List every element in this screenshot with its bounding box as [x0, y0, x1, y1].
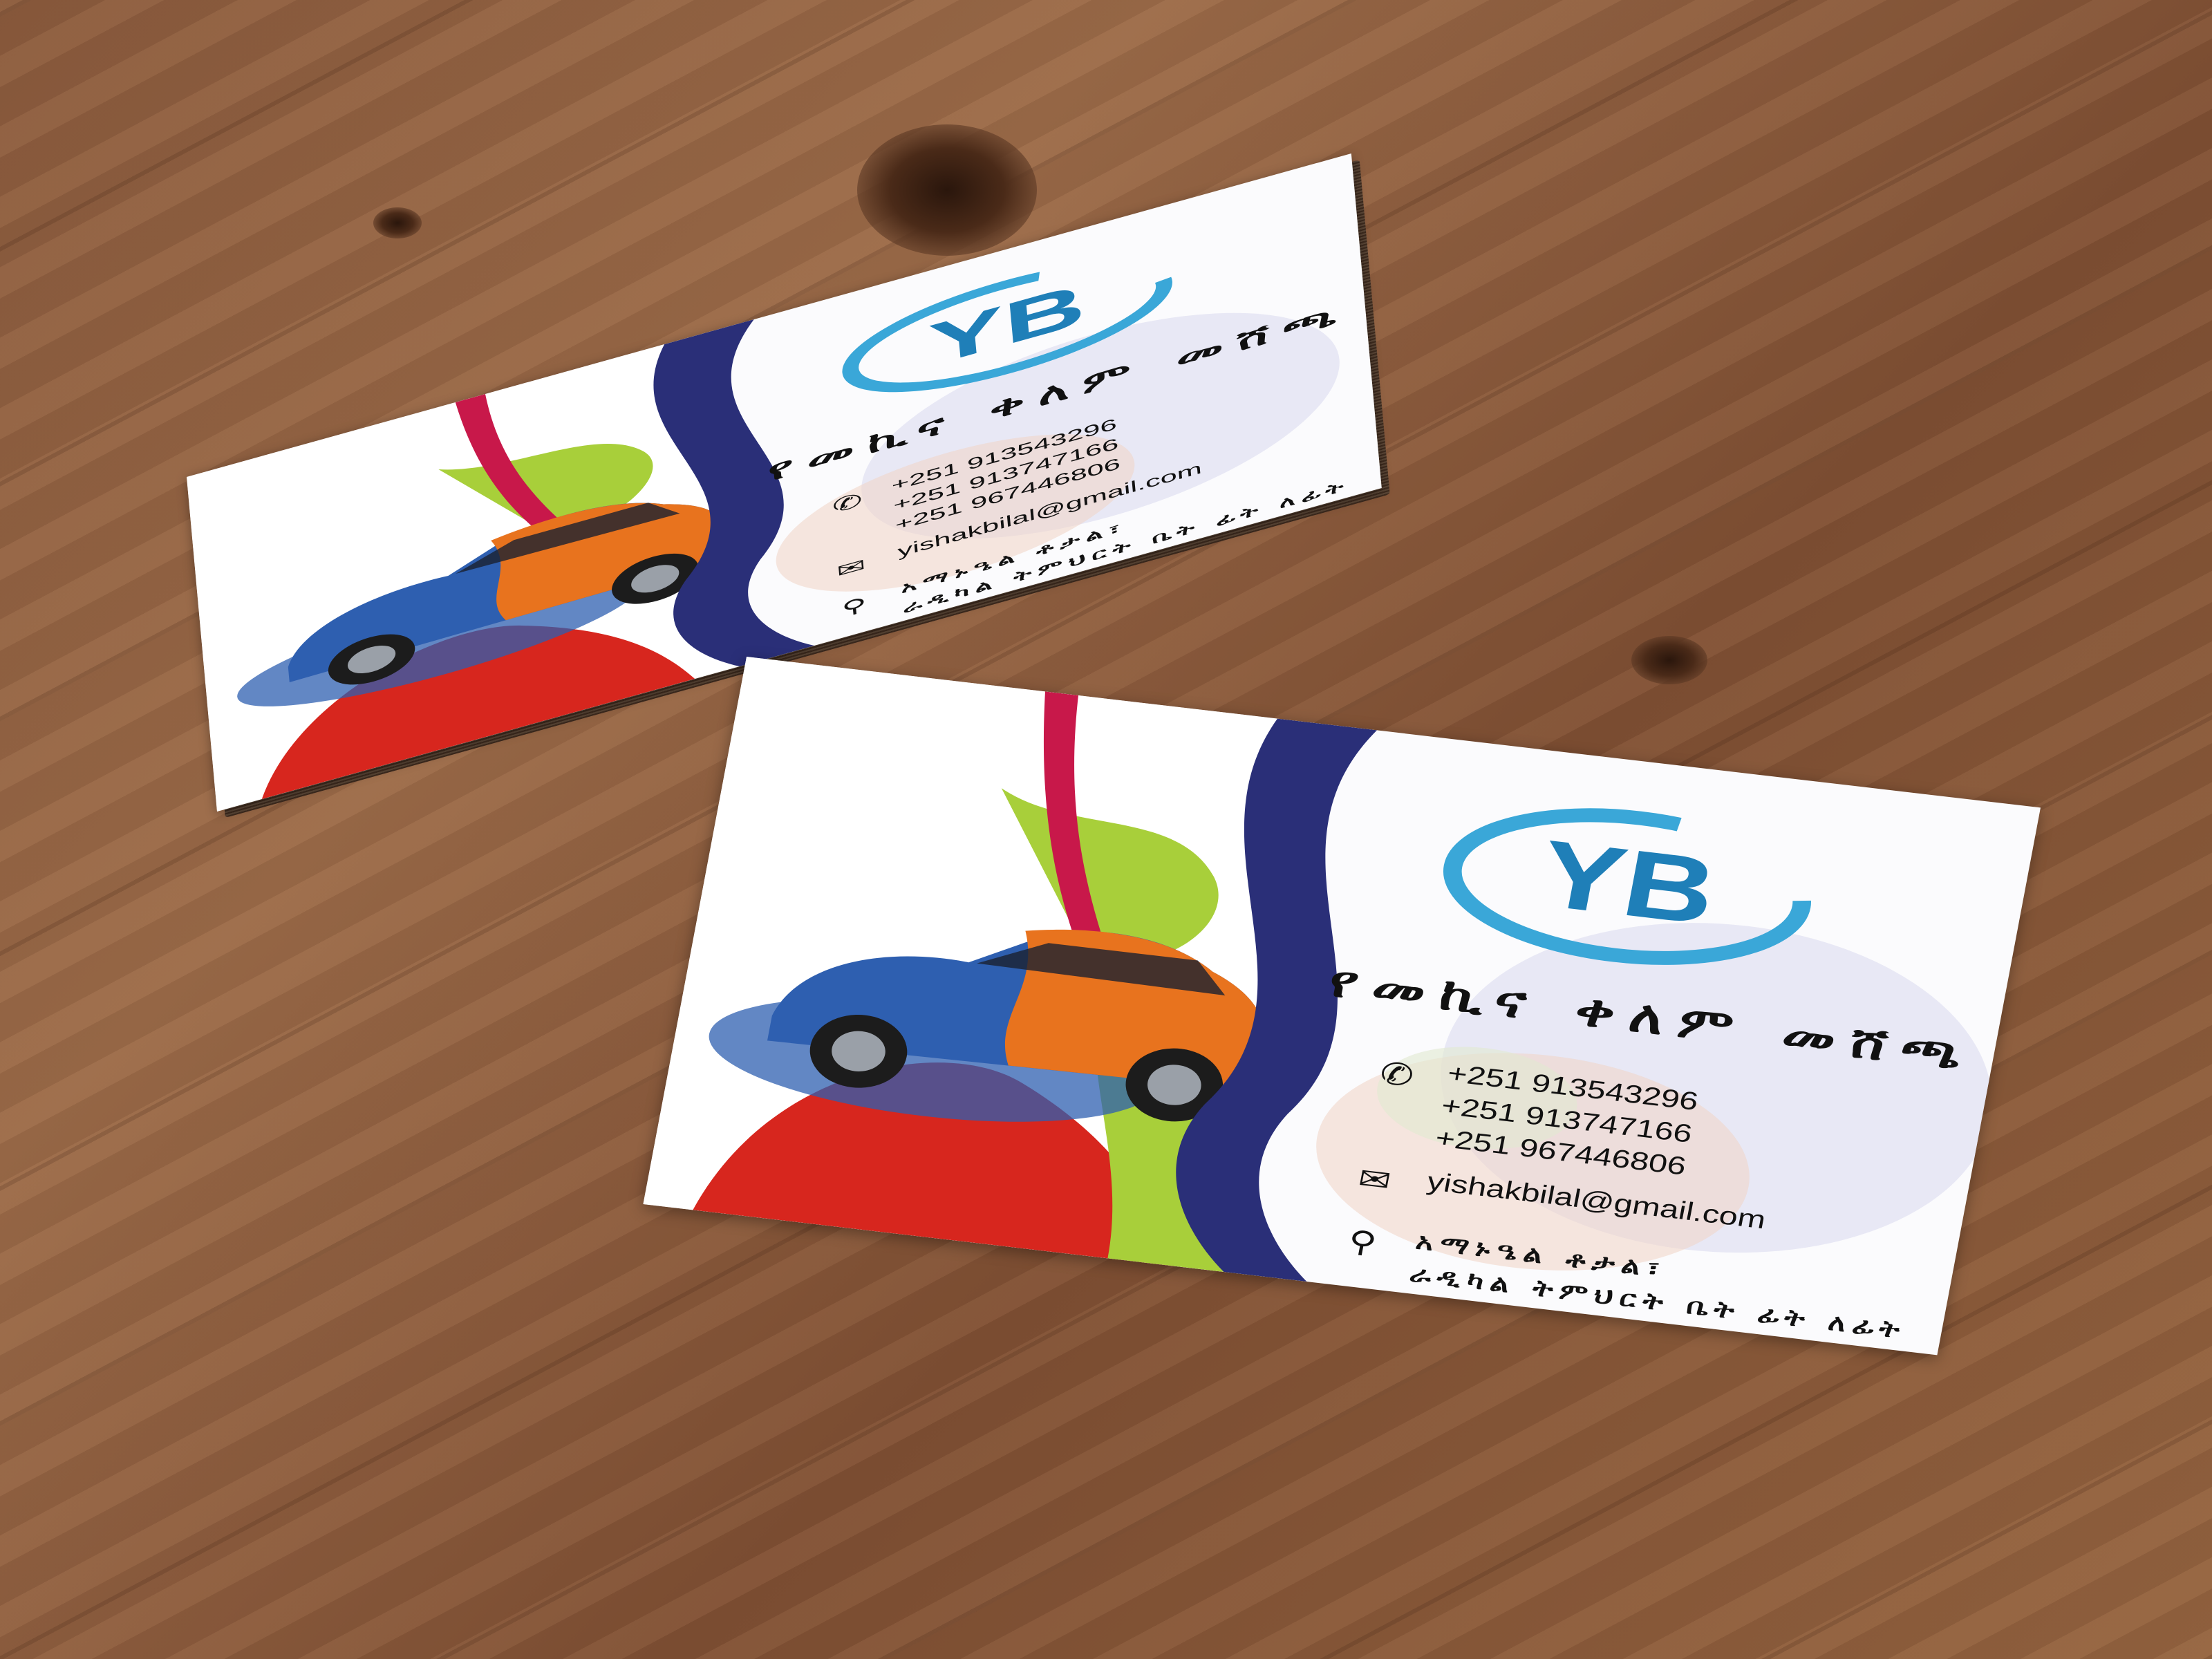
- wood-knot: [857, 124, 1037, 256]
- front-business-card-wrap: YB የመኪና ቀለም መሸጫ ✆ +251 913543296 +251 91…: [643, 657, 2041, 1356]
- wooden-table-background: YB የመኪና ቀለም መሸጫ ✆ +251 913543296 +251 91…: [0, 0, 2212, 1659]
- wood-knot: [1631, 636, 1707, 684]
- logo-letters: YB: [1532, 821, 1725, 945]
- wood-knot: [373, 207, 422, 238]
- envelope-icon: ✉: [1355, 1161, 1394, 1199]
- business-card-front: YB የመኪና ቀለም መሸጫ ✆ +251 913543296 +251 91…: [643, 657, 2041, 1356]
- phone-icon: ✆: [1376, 1055, 1417, 1094]
